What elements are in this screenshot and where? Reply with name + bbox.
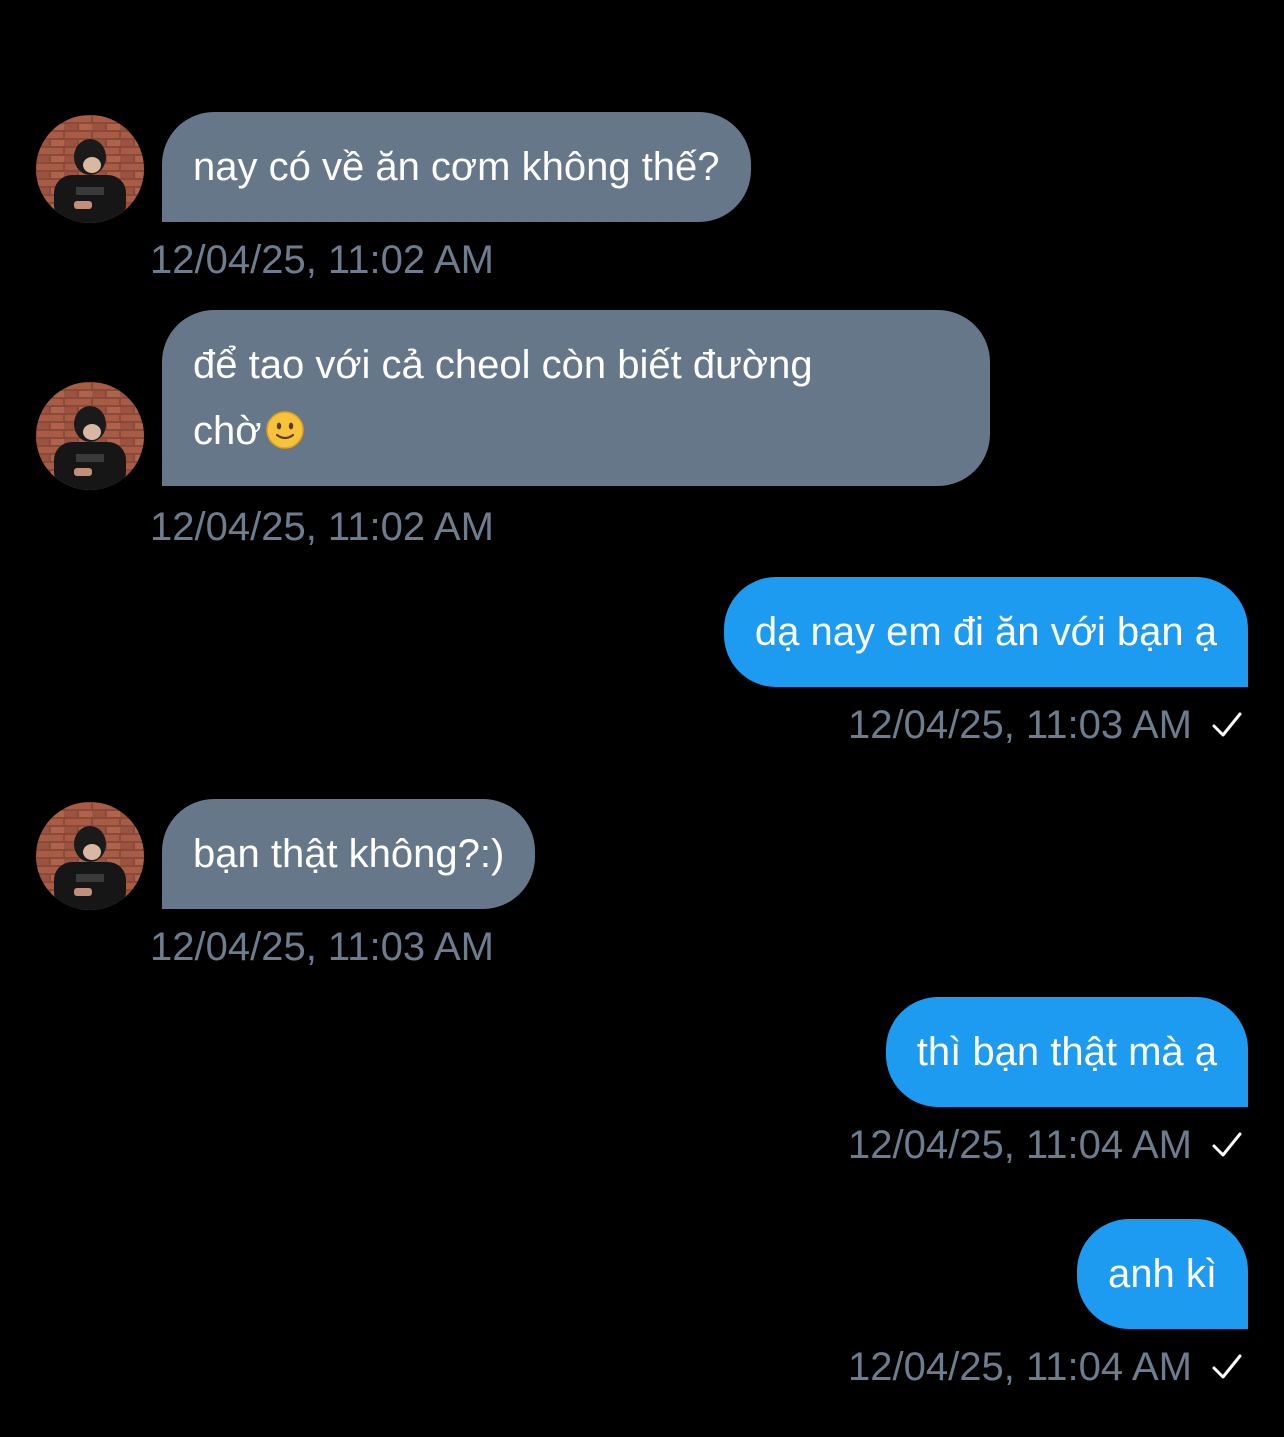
outgoing-message-bubble[interactable]: anh kì <box>1077 1219 1248 1329</box>
message-text: anh kì <box>1108 1252 1217 1296</box>
message-text: thì bạn thật mà ạ <box>916 1030 1217 1074</box>
message-timestamp: 12/04/25, 11:03 AM <box>150 925 494 969</box>
checkmark-icon <box>1212 1354 1242 1379</box>
message-text: dạ nay em đi ăn với bạn ạ <box>754 610 1217 654</box>
message-text-line: để tao với cả cheol còn biết đường <box>193 343 813 387</box>
slightly-smiling-face-emoji <box>266 411 305 449</box>
checkmark-icon <box>1212 712 1242 737</box>
checkmark-icon <box>1212 1132 1242 1157</box>
message-text-line: chờ <box>193 398 959 464</box>
message-text-fragment: chờ <box>193 409 262 453</box>
message-timestamp-text: 12/04/25, 11:04 AM <box>848 1123 1192 1167</box>
message-timestamp: 12/04/25, 11:03 AM <box>848 701 1244 749</box>
message-timestamp: 12/04/25, 11:02 AM <box>150 238 494 282</box>
message-timestamp-text: 12/04/25, 11:04 AM <box>848 1345 1192 1389</box>
chat-thread[interactable]: nay có về ăn cơm không thế? 12/04/25, 11… <box>0 0 1284 1437</box>
outgoing-message-bubble[interactable]: thì bạn thật mà ạ <box>885 997 1248 1107</box>
message-timestamp: 12/04/25, 11:04 AM <box>848 1121 1244 1169</box>
incoming-message-bubble[interactable]: nay có về ăn cơm không thế? <box>162 112 751 222</box>
incoming-message-bubble[interactable]: bạn thật không?:) <box>162 799 536 909</box>
contact-avatar[interactable] <box>36 382 144 490</box>
message-timestamp: 12/04/25, 11:02 AM <box>150 505 494 549</box>
contact-avatar[interactable] <box>36 115 144 223</box>
message-timestamp: 12/04/25, 11:04 AM <box>848 1343 1244 1391</box>
message-text: nay có về ăn cơm không thế? <box>193 145 720 189</box>
outgoing-message-bubble[interactable]: dạ nay em đi ăn với bạn ạ <box>723 577 1248 687</box>
incoming-message-bubble[interactable]: để tao với cả cheol còn biết đường chờ <box>162 310 990 486</box>
message-timestamp-text: 12/04/25, 11:03 AM <box>848 703 1192 747</box>
message-text: bạn thật không?:) <box>193 832 505 876</box>
contact-avatar[interactable] <box>36 802 144 910</box>
